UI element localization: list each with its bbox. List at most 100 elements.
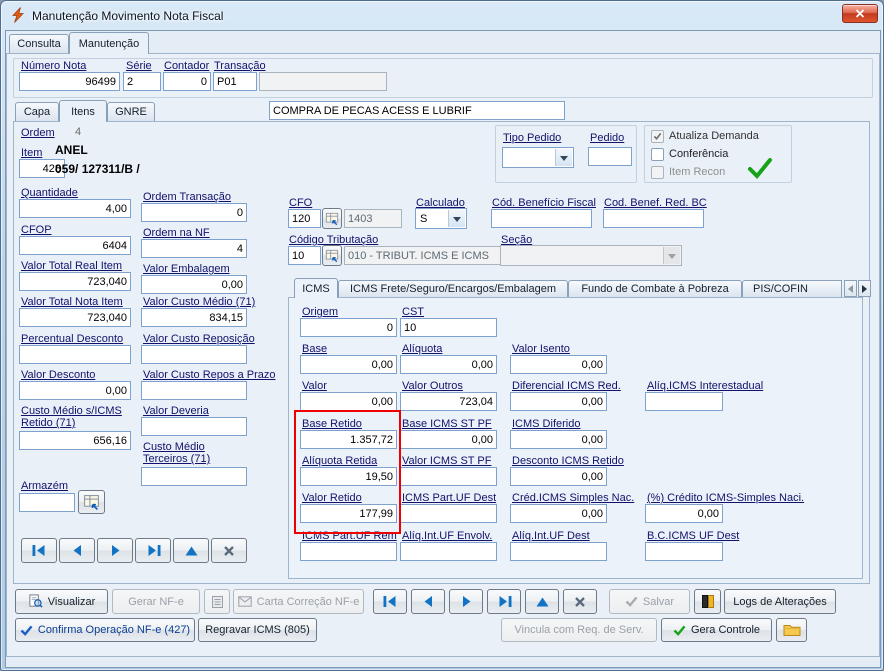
icms-part-uf-rem-input[interactable] [300, 542, 397, 561]
nfe-xml-button[interactable] [204, 589, 230, 614]
nav-last-button[interactable] [487, 589, 521, 614]
armazem-lookup-button[interactable] [78, 490, 105, 514]
confirma-operacao-nfe-button[interactable]: Confirma Operação NF-e (427) [15, 618, 195, 642]
valor-total-nota-item-input[interactable] [19, 308, 131, 327]
chevron-down-icon[interactable] [555, 149, 572, 166]
carta-correcao-button[interactable]: Carta Correção NF-e [233, 589, 364, 614]
log-book-button[interactable] [694, 589, 721, 614]
tab-scroll-right-button[interactable] [858, 280, 871, 297]
cfo-lookup-button[interactable] [322, 208, 342, 229]
titlebar[interactable]: Manutenção Movimento Nota Fiscal [1, 1, 883, 30]
benef-red-bc-input[interactable] [603, 209, 704, 228]
valor-custo-reposicao-label: Valor Custo Reposição [143, 333, 255, 345]
icms-diferido-input[interactable] [510, 430, 607, 449]
base-retido-label: Base Retido [302, 418, 362, 430]
quantidade-input[interactable] [19, 199, 131, 218]
calculado-combo[interactable]: S [415, 208, 467, 229]
chevron-down-icon[interactable] [448, 210, 465, 227]
cst-input[interactable] [400, 318, 497, 337]
close-button[interactable] [842, 4, 878, 23]
item-nav-last-button[interactable] [135, 538, 171, 563]
item-nav-prev-button[interactable] [59, 538, 95, 563]
aliquota-input[interactable] [400, 355, 497, 374]
bc-icms-uf-dest-input[interactable] [645, 542, 723, 561]
valor-custo-medio-input[interactable] [141, 308, 247, 327]
origem-input[interactable] [300, 318, 397, 337]
base-retido-input[interactable] [300, 430, 397, 449]
transacao-input[interactable] [213, 72, 257, 91]
aliquota-retida-input[interactable] [300, 467, 397, 486]
contador-input[interactable] [163, 72, 211, 91]
pedido-input[interactable] [588, 147, 632, 166]
percentual-desconto-input[interactable] [19, 345, 131, 364]
valor-icms-st-pf-input[interactable] [400, 467, 497, 486]
tab-manutencao[interactable]: Manutenção [69, 32, 149, 54]
gera-controle-button[interactable]: Gera Controle [661, 618, 772, 642]
nav-prev-button[interactable] [411, 589, 445, 614]
armazem-input[interactable] [19, 493, 75, 512]
ordem-transacao-input[interactable] [141, 203, 247, 222]
salvar-button[interactable]: Salvar [609, 589, 690, 614]
codigo-tributacao-input[interactable] [288, 246, 321, 265]
descricao-nota-input[interactable] [269, 101, 565, 120]
tab-scroll-left-button[interactable] [844, 280, 857, 297]
valor-total-real-item-input[interactable] [19, 272, 131, 291]
item-nav-up-button[interactable] [173, 538, 209, 563]
tab-itens[interactable]: Itens [59, 100, 107, 122]
custo-medio-terceiros-input[interactable] [141, 467, 247, 486]
valor-custo-reposicao-input[interactable] [141, 345, 247, 364]
tab-icms[interactable]: ICMS [294, 278, 338, 298]
logs-alteracoes-button[interactable]: Logs de Alterações [724, 589, 836, 614]
base-input[interactable] [300, 355, 397, 374]
valor-isento-input[interactable] [510, 355, 607, 374]
nav-cancel-button[interactable] [563, 589, 597, 614]
tributacao-lookup-button[interactable] [322, 245, 342, 266]
atualiza-demanda-checkbox[interactable] [651, 130, 664, 143]
tab-fundo-combate-pobreza[interactable]: Fundo de Combate à Pobreza [568, 280, 742, 297]
visualizar-button[interactable]: Visualizar [15, 589, 108, 614]
conferencia-checkbox[interactable] [651, 148, 664, 161]
nav-up-button[interactable] [525, 589, 559, 614]
diferencial-icms-red-input[interactable] [510, 392, 607, 411]
beneficio-fiscal-input[interactable] [491, 209, 592, 228]
tab-icms-frete[interactable]: ICMS Frete/Seguro/Encargos/Embalagem [338, 280, 568, 297]
valor-deveria-input[interactable] [141, 417, 247, 436]
aliq-icms-interestadual-input[interactable] [645, 392, 723, 411]
serie-input[interactable] [123, 72, 161, 91]
base-icms-st-pf-input[interactable] [400, 430, 497, 449]
aliq-int-uf-dest-input[interactable] [510, 542, 607, 561]
item-nav-next-button[interactable] [97, 538, 133, 563]
valor-retido-input[interactable] [300, 504, 397, 523]
valor-outros-input[interactable] [400, 392, 497, 411]
valor-embalagem-input[interactable] [141, 275, 247, 294]
gerar-nfe-button[interactable]: Gerar NF-e [112, 589, 200, 614]
numero-nota-input[interactable] [19, 72, 120, 91]
ordem-na-nf-input[interactable] [141, 239, 247, 258]
icms-part-uf-dest-input[interactable] [400, 504, 497, 523]
folder-button[interactable] [776, 618, 807, 642]
aliq-int-uf-envolv-input[interactable] [400, 542, 497, 561]
nav-first-button[interactable] [373, 589, 407, 614]
custo-medio-sem-icms-input[interactable] [19, 431, 131, 450]
regravar-icms-button[interactable]: Regravar ICMS (805) [198, 618, 317, 642]
lookup-icon [325, 212, 339, 226]
cfop-input[interactable] [19, 236, 131, 255]
ordem-na-nf-label: Ordem na NF [143, 227, 210, 239]
perc-cred-icms-simples-input[interactable] [645, 504, 723, 523]
tipo-pedido-combo[interactable] [502, 147, 574, 168]
tab-consulta[interactable]: Consulta [9, 34, 69, 53]
item-nav-first-button[interactable] [21, 538, 57, 563]
valor-input[interactable] [300, 392, 397, 411]
valor-desconto-input[interactable] [19, 381, 131, 400]
item-recon-checkbox[interactable] [651, 166, 664, 179]
tab-gnre[interactable]: GNRE [107, 102, 155, 121]
item-nav-cancel-button[interactable] [211, 538, 247, 563]
nav-next-button[interactable] [449, 589, 483, 614]
tab-pis-cofins[interactable]: PIS/COFIN [742, 280, 842, 297]
desconto-icms-retido-input[interactable] [510, 467, 607, 486]
tab-capa[interactable]: Capa [15, 102, 59, 121]
valor-custo-repos-prazo-input[interactable] [141, 381, 247, 400]
cred-icms-simples-input[interactable] [510, 504, 607, 523]
vincula-req-serv-button[interactable]: Vincula com Req. de Serv. [501, 618, 657, 642]
cfo-input[interactable] [288, 209, 321, 228]
